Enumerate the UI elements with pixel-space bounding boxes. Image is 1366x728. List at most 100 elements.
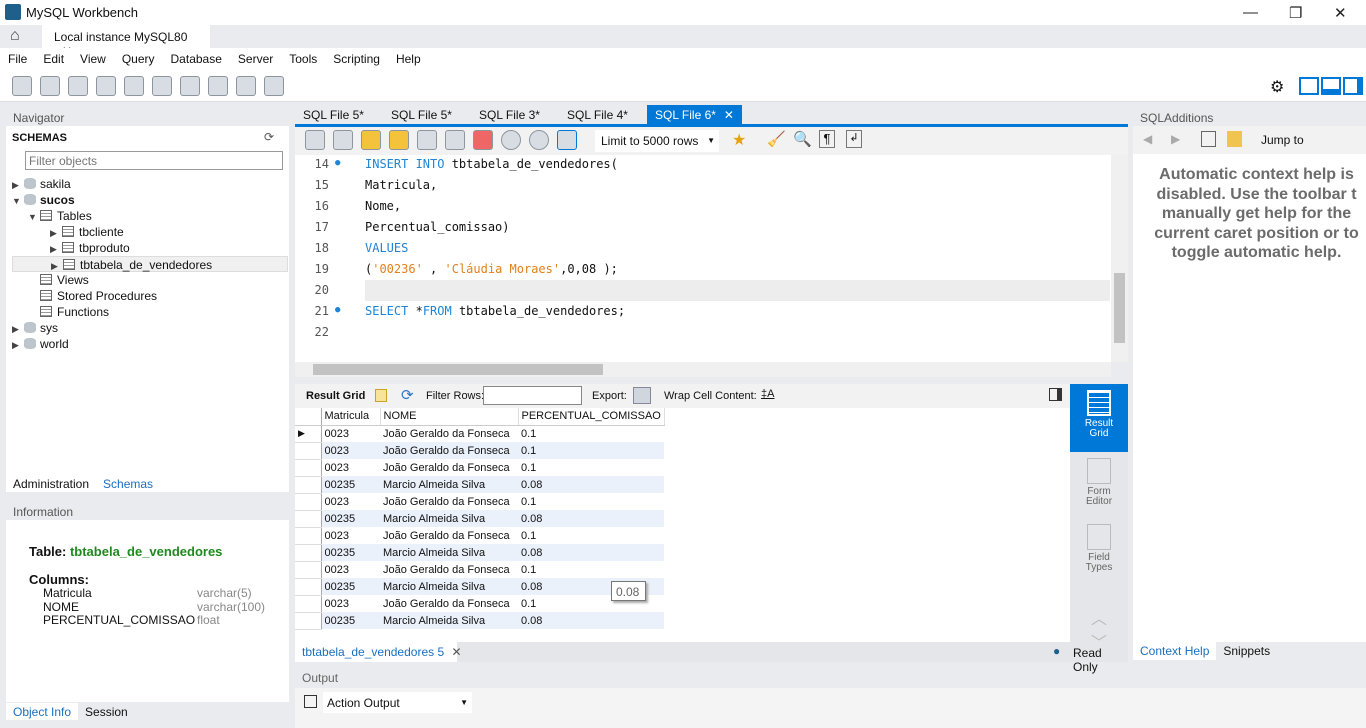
result-tab[interactable]: tbtabela_de_vendedores 5 ✕ [295, 642, 462, 662]
refresh-icon[interactable]: ⟳ [401, 386, 414, 404]
collapse-icon[interactable]: ▼ [12, 193, 24, 209]
table-row[interactable]: 00235 Marcio Almeida Silva 0.08 [295, 510, 665, 528]
tree-stored-procedures[interactable]: Stored Procedures [12, 288, 288, 304]
filter-rows-input[interactable] [483, 386, 582, 405]
grid-cell[interactable]: 0.08 [518, 544, 665, 561]
export-icon[interactable] [633, 387, 651, 404]
collapse-icon[interactable]: ▼ [28, 209, 40, 225]
grid-cell[interactable]: João Geraldo da Fonseca [380, 527, 518, 544]
field-types-side-button[interactable]: Field Types [1070, 524, 1128, 584]
auto-help-icon[interactable] [1227, 131, 1242, 147]
grid-cell[interactable]: Marcio Almeida Silva [380, 476, 518, 493]
tab-session[interactable]: Session [78, 703, 135, 720]
table-row[interactable]: 00235 Marcio Almeida Silva 0.08 [295, 612, 665, 630]
tree-views[interactable]: Views [12, 272, 288, 288]
schema-sucos[interactable]: ▼ sucos [12, 192, 288, 208]
grid-cell[interactable]: Marcio Almeida Silva [380, 578, 518, 595]
create-function-icon[interactable] [208, 76, 228, 96]
close-tab-icon[interactable]: ✕ [724, 108, 734, 122]
grid-cell[interactable]: 0.1 [518, 442, 665, 459]
tab-context-help[interactable]: Context Help [1133, 642, 1217, 660]
column-header-matricula[interactable]: Matricula [321, 408, 381, 426]
grid-cell[interactable]: João Geraldo da Fonseca [380, 595, 518, 612]
open-sql-file-icon[interactable] [40, 76, 60, 96]
limit-rows-select[interactable]: Limit to 5000 rows ▼ [595, 130, 719, 152]
grid-cell[interactable]: João Geraldo da Fonseca [380, 425, 518, 442]
expand-icon[interactable]: ▶ [12, 337, 24, 353]
grid-layout-icon[interactable] [375, 389, 387, 402]
forward-icon[interactable]: ▶ [1171, 132, 1180, 146]
grid-cell[interactable]: 00235 [321, 476, 380, 493]
close-button[interactable]: ✕ [1334, 4, 1347, 22]
grid-cell[interactable]: 0.1 [518, 527, 664, 544]
settings-gear-icon[interactable]: ⚙ [1270, 77, 1284, 97]
schema-sakila[interactable]: ▶ sakila [12, 176, 288, 192]
expand-icon[interactable]: ▶ [12, 321, 24, 337]
column-header-percentual-comissao[interactable]: PERCENTUAL_COMISSAO [518, 408, 665, 426]
grid-cell[interactable]: 0.1 [518, 459, 664, 476]
schema-world[interactable]: ▶ world [12, 336, 288, 352]
refresh-icon[interactable]: ⟳ [264, 130, 274, 144]
table-row[interactable]: 0023 João Geraldo da Fonseca 0.1 [295, 442, 665, 460]
row-header[interactable] [295, 561, 322, 579]
filter-objects-input[interactable] [25, 151, 283, 170]
menu-help[interactable]: Help [388, 48, 429, 66]
menu-server[interactable]: Server [230, 48, 281, 66]
toggle-output-icon[interactable] [1321, 77, 1341, 95]
grid-cell[interactable]: João Geraldo da Fonseca [380, 442, 518, 459]
word-wrap-icon[interactable]: ↲ [846, 130, 862, 148]
row-header[interactable] [295, 459, 322, 477]
expand-icon[interactable]: ▶ [50, 225, 62, 241]
menu-tools[interactable]: Tools [281, 48, 325, 66]
explain-icon[interactable] [417, 130, 437, 150]
tab-sql-file-5b[interactable]: SQL File 5* [383, 105, 471, 124]
tab-snippets[interactable]: Snippets [1216, 642, 1277, 659]
row-header[interactable] [295, 442, 322, 460]
grid-cell[interactable]: 0.08 [518, 510, 665, 527]
editor-vertical-scrollbar[interactable] [1111, 155, 1128, 362]
grid-cell[interactable]: 0.08 [518, 612, 665, 629]
save-icon[interactable] [333, 130, 353, 150]
menu-query[interactable]: Query [114, 48, 163, 66]
connection-tab[interactable]: Local instance MySQL80 ✕ [42, 25, 210, 58]
wrap-cell-icon[interactable]: ‡A [761, 388, 774, 400]
menu-scripting[interactable]: Scripting [325, 48, 388, 66]
invisible-chars-icon[interactable]: ¶ [819, 130, 835, 148]
expand-icon[interactable]: ▶ [12, 177, 24, 193]
back-icon[interactable]: ◀ [1143, 132, 1152, 146]
tab-object-info[interactable]: Object Info [6, 703, 79, 720]
grid-cell[interactable]: Marcio Almeida Silva [380, 612, 518, 629]
execute-icon[interactable] [361, 130, 381, 150]
close-tab-icon[interactable]: ✕ [451, 645, 461, 659]
manual-help-icon[interactable] [1201, 131, 1216, 147]
table-row[interactable]: 00235 Marcio Almeida Silva 0.08 [295, 578, 665, 596]
copy-icon[interactable] [304, 695, 317, 708]
grid-cell[interactable]: 00235 [321, 510, 380, 527]
row-header[interactable] [295, 510, 322, 528]
grid-cell[interactable]: 0.1 [518, 561, 664, 578]
toggle-secondary-sidebar-icon[interactable] [1343, 77, 1363, 95]
tab-schemas[interactable]: Schemas [96, 475, 161, 492]
grid-cell[interactable]: 0.1 [518, 425, 664, 442]
row-header[interactable] [295, 544, 322, 562]
create-procedure-icon[interactable] [180, 76, 200, 96]
row-header[interactable] [295, 493, 322, 511]
tab-sql-file-5[interactable]: SQL File 5* [295, 105, 383, 124]
table-row[interactable]: ▶ 0023 João Geraldo da Fonseca 0.1 [295, 425, 664, 443]
table-tbproduto[interactable]: ▶ tbproduto [12, 240, 288, 256]
table-row[interactable]: 00235 Marcio Almeida Silva 0.08 [295, 544, 665, 562]
tab-sql-file-3[interactable]: SQL File 3* [471, 105, 559, 124]
home-icon[interactable]: ⌂ [10, 27, 20, 45]
table-row[interactable]: 0023 João Geraldo da Fonseca 0.1 [295, 493, 664, 511]
menu-edit[interactable]: Edit [35, 48, 72, 66]
tab-sql-file-6[interactable]: SQL File 6* ✕ [647, 105, 742, 124]
table-row[interactable]: 0023 João Geraldo da Fonseca 0.1 [295, 561, 664, 579]
row-header[interactable] [295, 476, 322, 494]
editor-horizontal-scrollbar[interactable] [295, 362, 1111, 377]
beautify-broom-icon[interactable]: 🧹 [767, 130, 786, 148]
inspector-icon[interactable] [68, 76, 88, 96]
commit-icon[interactable] [501, 130, 521, 150]
new-sql-tab-icon[interactable] [12, 76, 32, 96]
grid-cell[interactable]: João Geraldo da Fonseca [380, 561, 518, 578]
find-icon[interactable]: 🔍 [793, 130, 812, 148]
